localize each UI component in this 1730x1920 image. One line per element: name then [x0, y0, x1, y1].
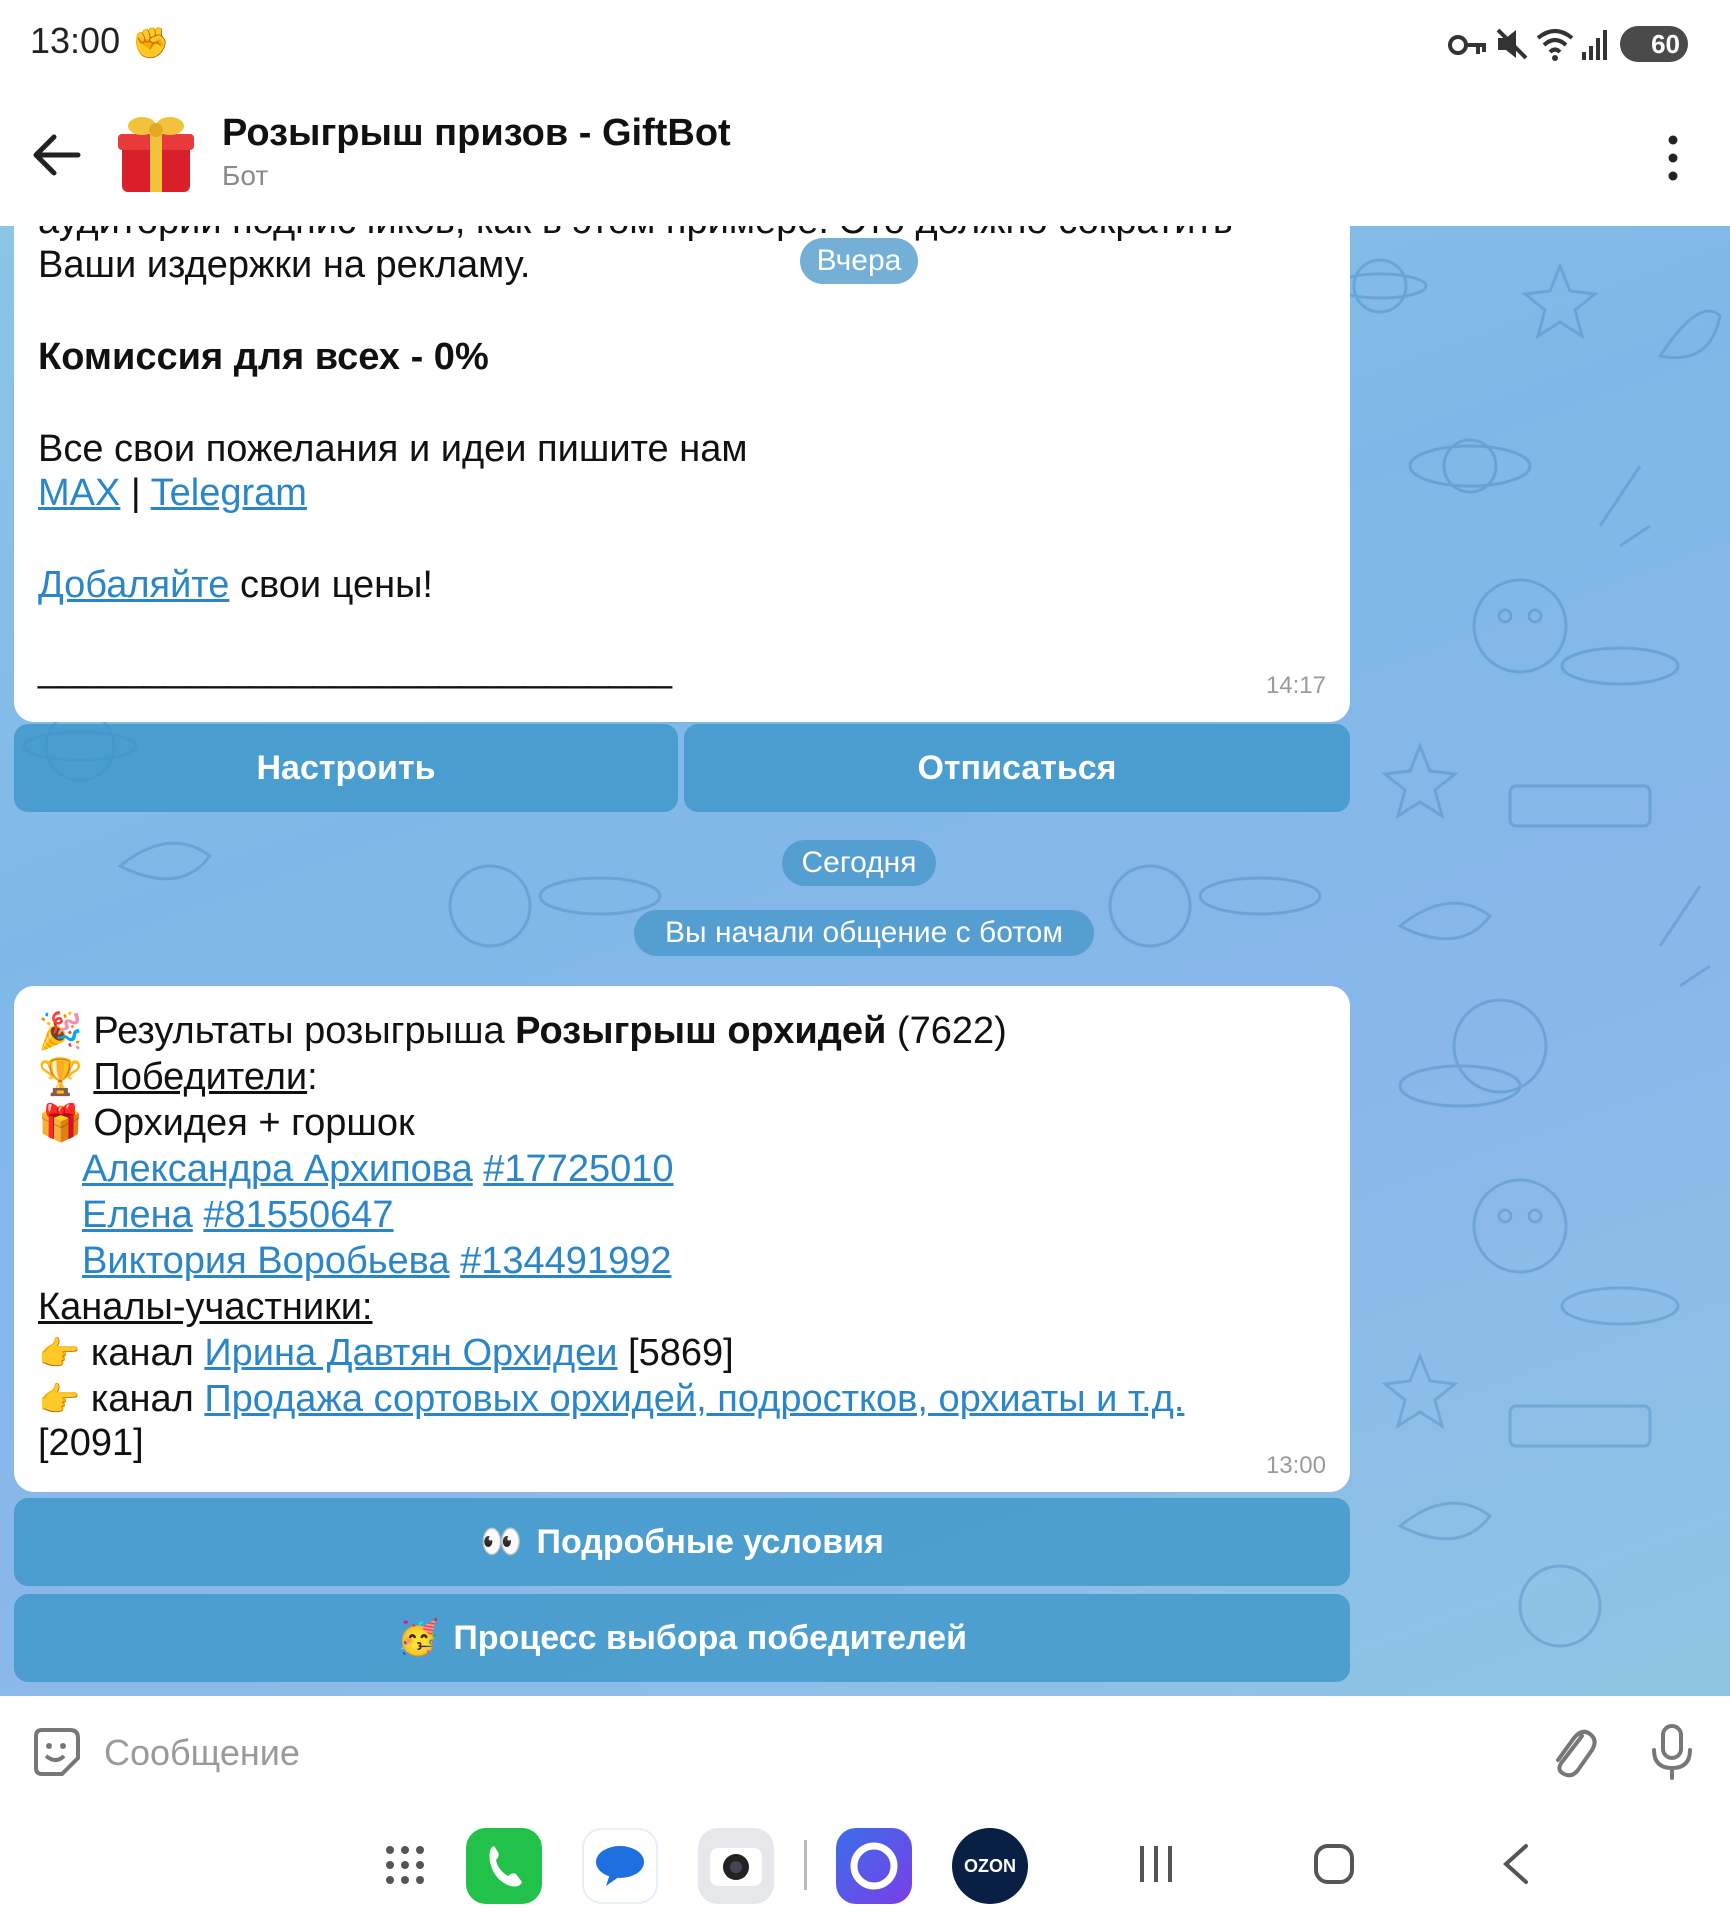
conditions-label: Подробные условия	[536, 1522, 884, 1561]
partial-line-text: аудитории подписчиков, как в этом пример…	[38, 226, 1233, 242]
commission-line: Комиссия для всех - 0%	[38, 336, 489, 378]
mute-icon	[1496, 28, 1528, 60]
message-line-ads: Ваши издержки на рекламу.	[38, 244, 531, 286]
channel-link[interactable]: Продажа сортовых орхидей, подростков, ор…	[204, 1378, 1184, 1420]
ozon-seller-app-icon[interactable]: OZON	[952, 1828, 1028, 1904]
max-messenger-app-icon[interactable]	[836, 1828, 912, 1904]
chat-subtitle: Бот	[222, 160, 269, 191]
party-popper-icon: 🎉	[38, 1010, 83, 1051]
message-input[interactable]: Сообщение	[104, 1732, 300, 1774]
winner-row: Виктория Воробьева #134491992	[82, 1238, 671, 1284]
service-pill-started: Вы начали общение с ботом	[634, 910, 1094, 956]
battery-icon: 60	[1620, 26, 1688, 62]
channel-prefix: канал	[90, 1332, 205, 1374]
winners-label: Победители	[93, 1056, 308, 1098]
battery-level: 60	[1651, 28, 1680, 59]
channel-row: 👉 канал Продажа сортовых орхидей, подрос…	[38, 1376, 1184, 1423]
winner-id[interactable]: #81550647	[203, 1194, 393, 1236]
pointing-hand-icon: 👉	[38, 1381, 81, 1419]
channel-row: 👉 канал Ирина Давтян Орхидеи [5869]	[38, 1330, 734, 1377]
wifi-icon	[1536, 29, 1574, 61]
link-telegram[interactable]: Telegram	[151, 472, 307, 514]
channel-count: [2091]	[38, 1422, 144, 1464]
camera-app-icon[interactable]	[698, 1828, 774, 1904]
channel-count: [5869]	[617, 1332, 734, 1374]
results-prefix: Результаты розыгрыша	[93, 1010, 516, 1052]
party-face-icon: 🥳	[397, 1619, 440, 1657]
add-prices-rest: свои цены!	[229, 564, 433, 606]
recent-apps-icon[interactable]	[1136, 1842, 1176, 1886]
chat-header: Розыгрыш призов - GiftBot Бот	[0, 88, 1730, 226]
winners-heading: 🏆 Победители:	[38, 1054, 318, 1100]
results-name: Розыгрыш орхидей	[515, 1010, 887, 1052]
link-add-prices[interactable]: Добаляйте	[38, 564, 229, 606]
winner-name[interactable]: Виктория Воробьева	[82, 1240, 450, 1282]
divider-line: ______________________________	[38, 648, 673, 690]
message-time: 13:00	[1265, 1452, 1326, 1479]
channel-link[interactable]: Ирина Давтян Орхидеи	[204, 1332, 617, 1374]
link-separator: |	[120, 472, 151, 514]
gift-icon: 🎁	[38, 1102, 83, 1143]
message-time: 14:17	[1265, 672, 1326, 699]
date-pill-today: Сегодня	[782, 840, 936, 886]
winner-process-button[interactable]: 🥳 Процесс выбора победителей	[14, 1594, 1350, 1682]
more-menu-icon[interactable]	[1655, 128, 1691, 188]
dock-divider	[804, 1840, 807, 1890]
gift-avatar[interactable]	[112, 108, 200, 196]
prize-text: Орхидея + горшок	[93, 1102, 415, 1144]
status-bar: 13:00 ✊ 60	[0, 0, 1730, 88]
contacts-line: MAX | Telegram	[38, 470, 307, 516]
key-icon	[1448, 35, 1486, 55]
results-id: (7622)	[886, 1010, 1007, 1052]
date-pill-yesterday: Вчера	[800, 238, 918, 284]
attach-icon[interactable]	[1544, 1722, 1600, 1782]
system-nav-bar: OZON	[0, 1812, 1730, 1920]
link-max[interactable]: MAX	[38, 472, 120, 514]
results-line: 🎉 Результаты розыгрыша Розыгрыш орхидей …	[38, 1008, 1007, 1054]
prize-line: 🎁 Орхидея + горшок	[38, 1100, 415, 1146]
winner-row: Александра Архипова #17725010	[82, 1146, 674, 1192]
status-time: 13:00	[30, 20, 121, 61]
unsubscribe-button[interactable]: Отписаться	[684, 724, 1350, 812]
eyes-icon: 👀	[480, 1523, 523, 1561]
channel-prefix: канал	[90, 1378, 205, 1420]
phone-app-icon[interactable]	[466, 1828, 542, 1904]
fist-icon: ✊	[132, 27, 170, 60]
pointing-hand-icon: 👉	[38, 1335, 81, 1373]
trophy-icon: 🏆	[38, 1056, 83, 1097]
message-input-bar: Сообщение	[0, 1696, 1730, 1812]
channels-label: Каналы-участники:	[38, 1286, 373, 1328]
winner-id[interactable]: #134491992	[460, 1240, 671, 1282]
chat-area[interactable]: аудитории подписчиков, как в этом пример…	[0, 226, 1730, 1696]
add-prices-line: Добаляйте свои цены!	[38, 562, 433, 608]
winner-name[interactable]: Александра Архипова	[82, 1148, 473, 1190]
back-arrow-icon[interactable]	[30, 128, 84, 182]
message-bubble-results[interactable]: 🎉 Результаты розыгрыша Розыгрыш орхидей …	[14, 986, 1350, 1492]
wishes-line: Все свои пожелания и идеи пишите нам	[38, 428, 748, 470]
app-drawer-icon[interactable]	[382, 1842, 428, 1888]
winner-row: Елена #81550647	[82, 1192, 394, 1238]
messages-app-icon[interactable]	[582, 1828, 658, 1904]
winner-name[interactable]: Елена	[82, 1194, 193, 1236]
winner-id[interactable]: #17725010	[483, 1148, 673, 1190]
message-bubble-info[interactable]: аудитории подписчиков, как в этом пример…	[14, 226, 1350, 722]
process-label: Процесс выбора победителей	[453, 1618, 967, 1657]
home-icon[interactable]	[1312, 1842, 1356, 1886]
signal-icon	[1582, 30, 1607, 60]
sticker-icon[interactable]	[28, 1724, 84, 1780]
chat-title: Розыгрыш призов - GiftBot	[222, 112, 731, 154]
configure-button[interactable]: Настроить	[14, 724, 678, 812]
microphone-icon[interactable]	[1644, 1722, 1700, 1782]
svg-text:OZON: OZON	[964, 1856, 1016, 1876]
nav-back-icon[interactable]	[1498, 1842, 1534, 1886]
winners-colon: :	[307, 1056, 318, 1098]
conditions-button[interactable]: 👀 Подробные условия	[14, 1498, 1350, 1586]
